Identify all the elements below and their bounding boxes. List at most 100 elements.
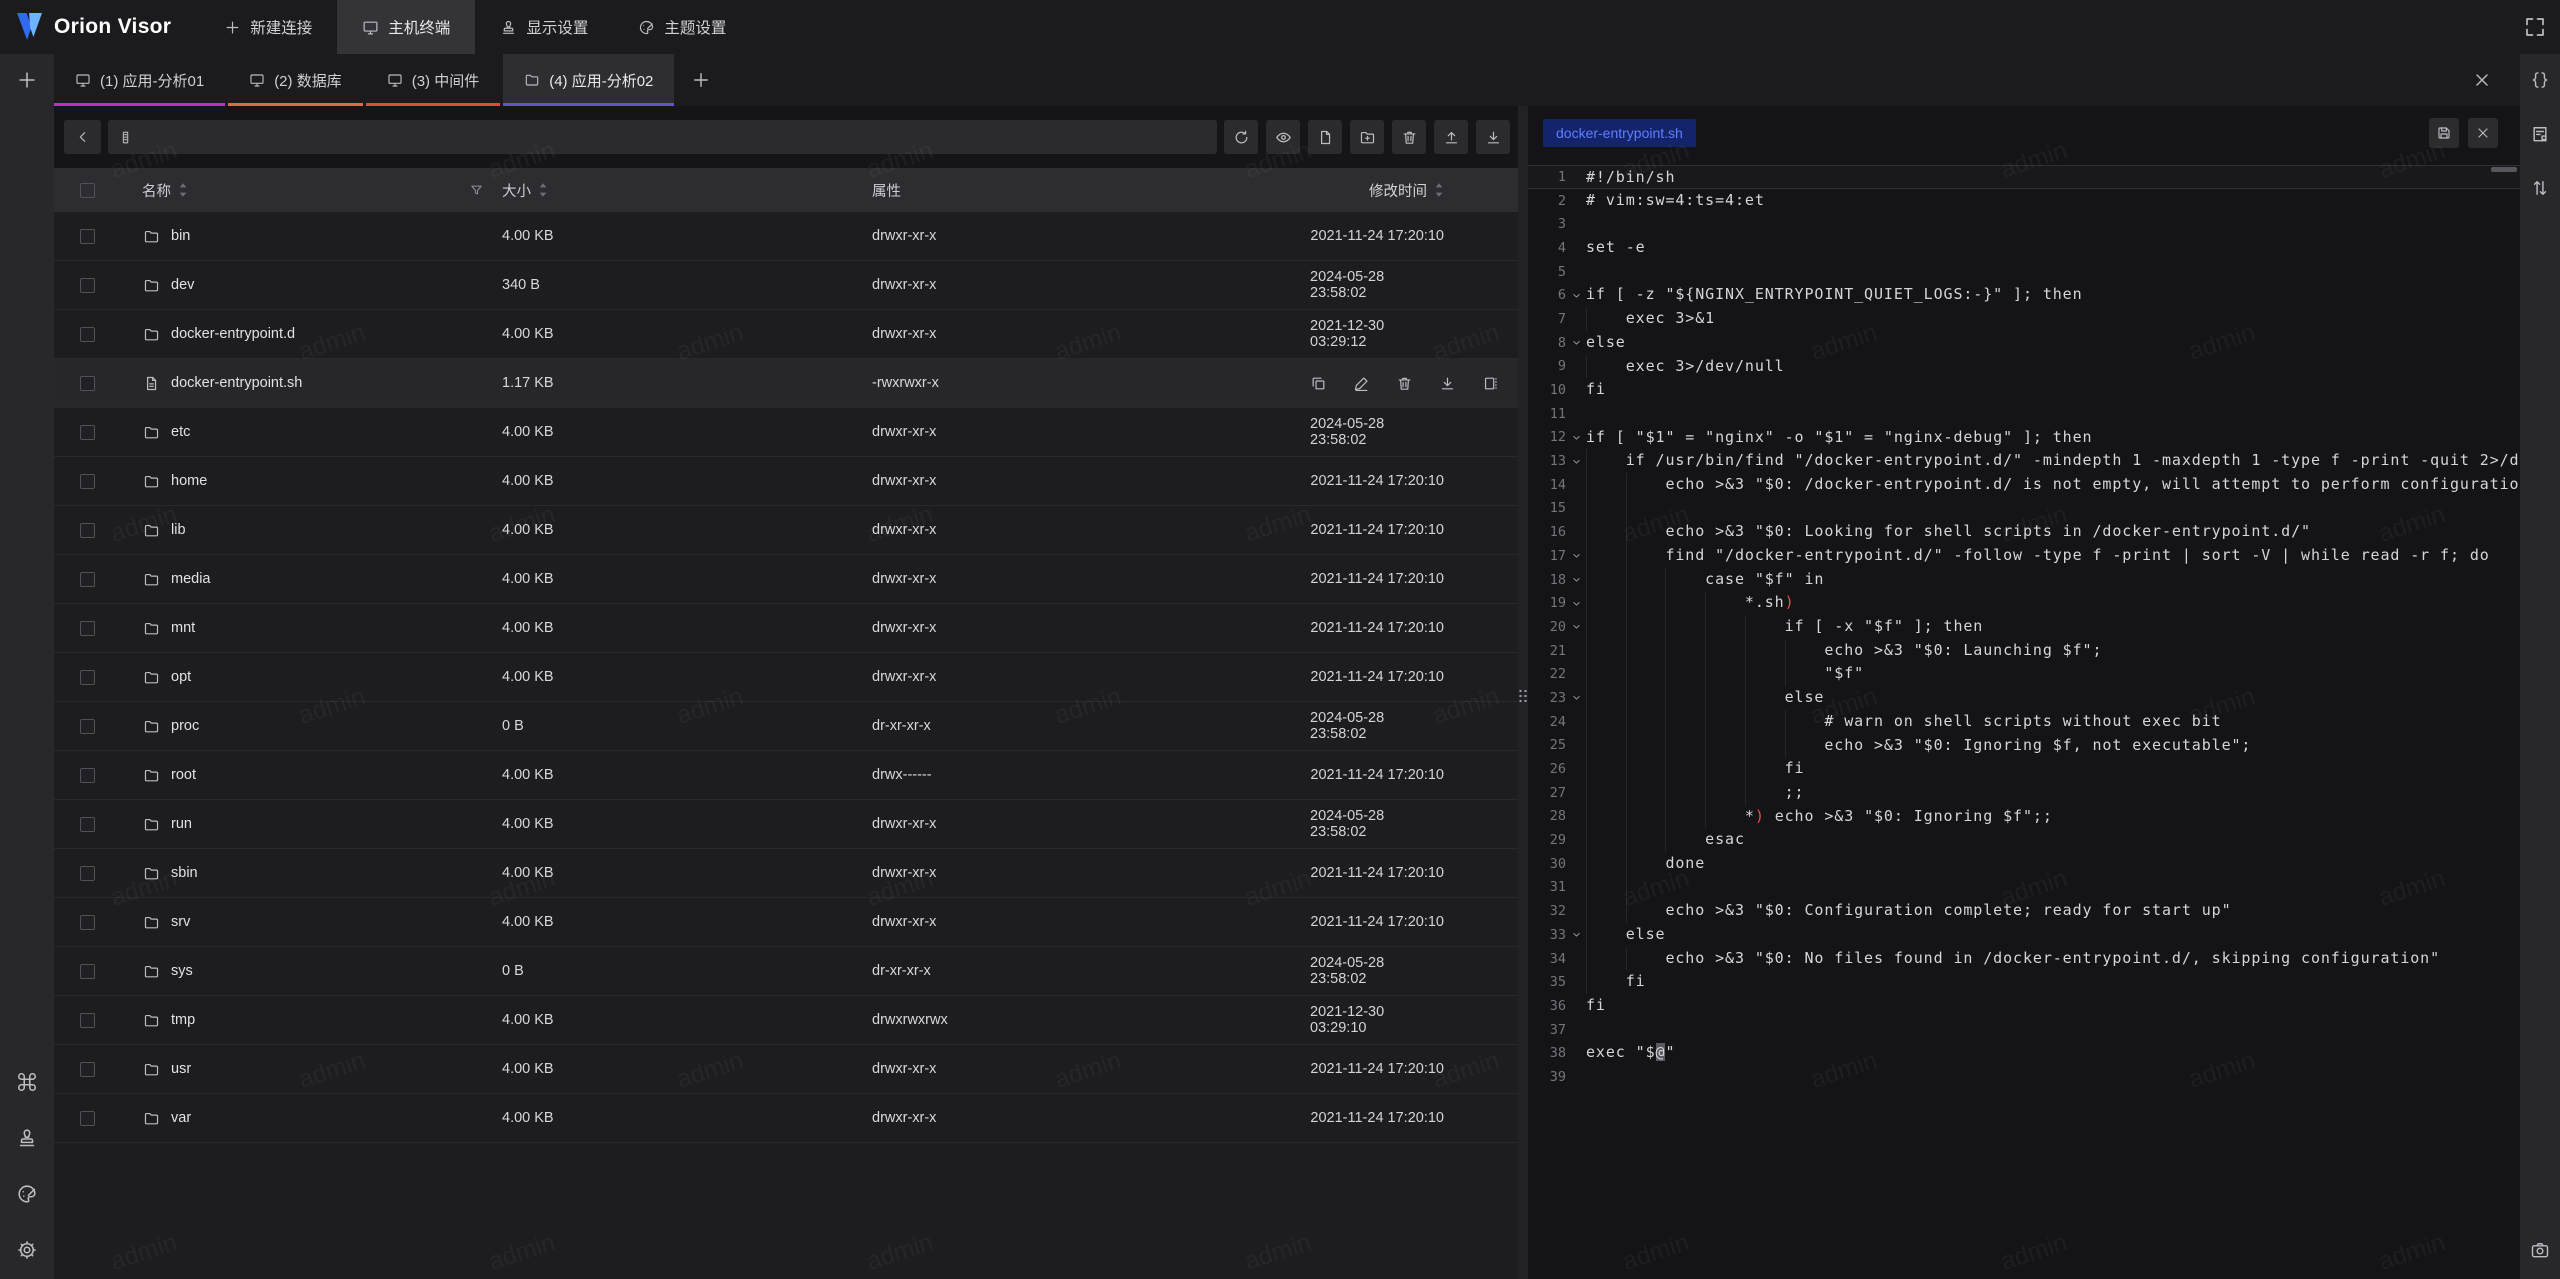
new-file-button[interactable]: [1308, 120, 1342, 154]
table-row[interactable]: docker-entrypoint.sh1.17 KB-rwxrwxr-x: [54, 359, 1518, 408]
row-checkbox[interactable]: [80, 670, 95, 685]
editor-scrollbar-thumb[interactable]: [2491, 167, 2517, 172]
sort-icon[interactable]: [538, 182, 548, 198]
table-row[interactable]: usr4.00 KBdrwxr-xr-x2021-11-24 17:20:10: [54, 1045, 1518, 1094]
row-delete-icon[interactable]: [1396, 375, 1413, 392]
file-perms-cell: drwxr-xr-x: [870, 277, 1310, 293]
fold-icon[interactable]: [1566, 598, 1586, 609]
row-copy-icon[interactable]: [1310, 375, 1327, 392]
refresh-button[interactable]: [1224, 120, 1258, 154]
row-checkbox[interactable]: [80, 278, 95, 293]
row-checkbox[interactable]: [80, 327, 95, 342]
table-row[interactable]: root4.00 KBdrwx------2021-11-24 17:20:10: [54, 751, 1518, 800]
table-row[interactable]: run4.00 KBdrwxr-xr-x2024-05-28 23:58:02: [54, 800, 1518, 849]
row-edit-icon[interactable]: [1353, 375, 1370, 392]
row-checkbox[interactable]: [80, 1111, 95, 1126]
panel-doc-bookmark-button[interactable]: [2523, 117, 2557, 151]
file-tag[interactable]: docker-entrypoint.sh: [1543, 119, 1696, 147]
fold-icon[interactable]: [1566, 929, 1586, 940]
menu-item-3[interactable]: 显示设置: [475, 0, 613, 54]
line-number: 22: [1528, 666, 1566, 682]
download-button[interactable]: [1476, 120, 1510, 154]
table-row[interactable]: lib4.00 KBdrwxr-xr-x2021-11-24 17:20:10: [54, 506, 1518, 555]
panel-screenshot-button[interactable]: [2523, 1233, 2557, 1267]
tab-3[interactable]: (3) 中间件: [366, 54, 501, 106]
select-all-checkbox[interactable]: [80, 183, 95, 198]
table-row[interactable]: bin4.00 KBdrwxr-xr-x2021-11-24 17:20:10: [54, 212, 1518, 261]
fold-icon[interactable]: [1566, 456, 1586, 467]
fold-icon[interactable]: [1566, 574, 1586, 585]
fold-icon[interactable]: [1566, 550, 1586, 561]
table-row[interactable]: tmp4.00 KBdrwxrwxrwx2021-12-30 03:29:10: [54, 996, 1518, 1045]
table-row[interactable]: opt4.00 KBdrwxr-xr-x2021-11-24 17:20:10: [54, 653, 1518, 702]
table-row[interactable]: docker-entrypoint.d4.00 KBdrwxr-xr-x2021…: [54, 310, 1518, 359]
sidebar-settings-button[interactable]: [10, 1233, 44, 1267]
panel-braces-button[interactable]: [2523, 63, 2557, 97]
panel-swap-vertical-button[interactable]: [2523, 171, 2557, 205]
tab-2[interactable]: (2) 数据库: [228, 54, 363, 106]
menu-item-4[interactable]: 主题设置: [613, 0, 751, 54]
row-checkbox[interactable]: [80, 817, 95, 832]
row-checkbox[interactable]: [80, 915, 95, 930]
row-checkbox[interactable]: [80, 572, 95, 587]
row-checkbox[interactable]: [80, 376, 95, 391]
row-checkbox[interactable]: [80, 474, 95, 489]
file-name: media: [171, 571, 211, 587]
fold-icon[interactable]: [1566, 337, 1586, 348]
new-tab-button[interactable]: [677, 54, 725, 106]
path-input[interactable]: [142, 129, 1207, 145]
fold-icon[interactable]: [1566, 432, 1586, 443]
sort-icon[interactable]: [1434, 182, 1444, 198]
fullscreen-icon[interactable]: [2523, 15, 2547, 39]
table-row[interactable]: sbin4.00 KBdrwxr-xr-x2021-11-24 17:20:10: [54, 849, 1518, 898]
sidebar-new-connection-button[interactable]: [10, 63, 44, 97]
close-view-icon[interactable]: [2472, 70, 2492, 90]
back-button[interactable]: [64, 120, 101, 154]
table-row[interactable]: mnt4.00 KBdrwxr-xr-x2021-11-24 17:20:10: [54, 604, 1518, 653]
fold-icon[interactable]: [1566, 692, 1586, 703]
table-row[interactable]: home4.00 KBdrwxr-xr-x2021-11-24 17:20:10: [54, 457, 1518, 506]
table-row[interactable]: sys0 Bdr-xr-xr-x2024-05-28 23:58:02: [54, 947, 1518, 996]
app-logo[interactable]: Orion Visor: [0, 0, 199, 54]
close-editor-button[interactable]: [2468, 118, 2498, 148]
save-button[interactable]: [2429, 118, 2459, 148]
new-folder-button[interactable]: [1350, 120, 1384, 154]
table-row[interactable]: media4.00 KBdrwxr-xr-x2021-11-24 17:20:1…: [54, 555, 1518, 604]
row-checkbox[interactable]: [80, 523, 95, 538]
table-row[interactable]: etc4.00 KBdrwxr-xr-x2024-05-28 23:58:02: [54, 408, 1518, 457]
row-checkbox[interactable]: [80, 1013, 95, 1028]
table-row[interactable]: srv4.00 KBdrwxr-xr-x2021-11-24 17:20:10: [54, 898, 1518, 947]
menu-item-1[interactable]: 新建连接: [199, 0, 337, 54]
table-row[interactable]: proc0 Bdr-xr-xr-x2024-05-28 23:58:02: [54, 702, 1518, 751]
table-row[interactable]: dev340 Bdrwxr-xr-x2024-05-28 23:58:02: [54, 261, 1518, 310]
tab-4[interactable]: (4) 应用-分析02: [503, 54, 674, 106]
fold-icon[interactable]: [1566, 621, 1586, 632]
row-download-icon[interactable]: [1439, 375, 1456, 392]
row-checkbox[interactable]: [80, 425, 95, 440]
tab-1[interactable]: (1) 应用-分析01: [54, 54, 225, 106]
row-checkbox[interactable]: [80, 229, 95, 244]
delete-button[interactable]: [1392, 120, 1426, 154]
file-perms: drwxr-xr-x: [872, 228, 936, 244]
file-name: var: [171, 1110, 191, 1126]
show-hidden-button[interactable]: [1266, 120, 1300, 154]
sidebar-command-button[interactable]: [10, 1065, 44, 1099]
sidebar-theme-settings-button[interactable]: [10, 1177, 44, 1211]
row-checkbox[interactable]: [80, 964, 95, 979]
panel-resize-handle[interactable]: [1518, 106, 1528, 1279]
filter-icon[interactable]: [469, 183, 484, 198]
row-checkbox[interactable]: [80, 719, 95, 734]
row-checkbox[interactable]: [80, 621, 95, 636]
sidebar-display-settings-button[interactable]: [10, 1121, 44, 1155]
row-checkbox[interactable]: [80, 866, 95, 881]
upload-button[interactable]: [1434, 120, 1468, 154]
row-checkbox[interactable]: [80, 1062, 95, 1077]
row-checkbox[interactable]: [80, 768, 95, 783]
row-move-icon[interactable]: [1482, 375, 1499, 392]
sort-icon[interactable]: [178, 182, 188, 198]
table-row[interactable]: var4.00 KBdrwxr-xr-x2021-11-24 17:20:10: [54, 1094, 1518, 1143]
fold-icon[interactable]: [1566, 290, 1586, 301]
file-size: 4.00 KB: [502, 1012, 554, 1028]
code-editor[interactable]: 1#!/bin/sh2# vim:sw=4:ts=4:et3 4set -e5 …: [1528, 160, 2520, 1279]
menu-item-2[interactable]: 主机终端: [337, 0, 475, 54]
